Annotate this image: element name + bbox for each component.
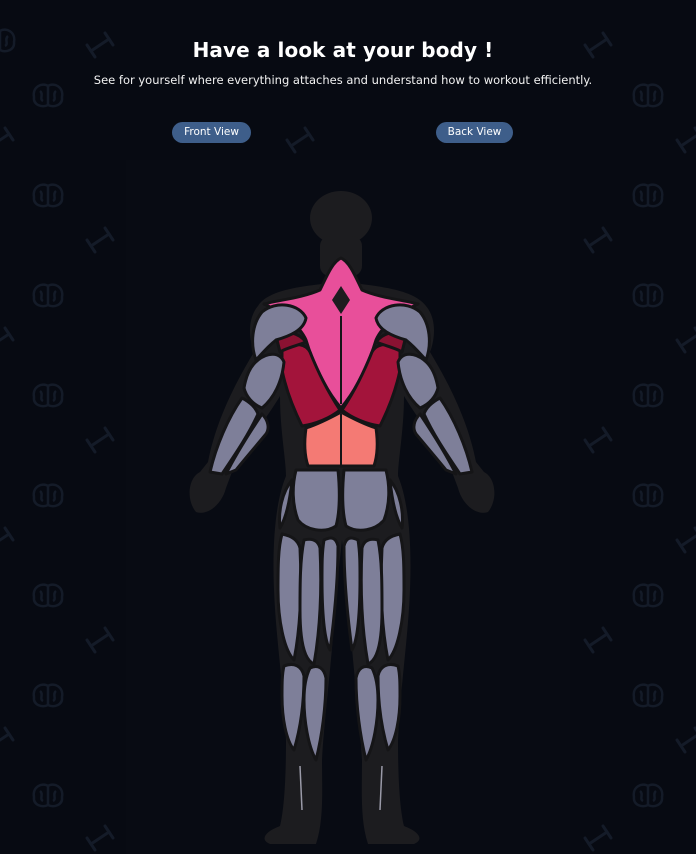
muscle-hamstring-left-mid[interactable] [298, 537, 323, 666]
muscle-glute-left[interactable] [291, 468, 341, 532]
muscle-glute-right[interactable] [341, 468, 391, 532]
muscle-hamstring-right-mid[interactable] [359, 537, 384, 666]
body-figure-back-view [189, 191, 495, 844]
muscle-hamstring-right-inner[interactable] [342, 536, 362, 652]
muscle-hamstring-left-inner[interactable] [320, 536, 340, 652]
